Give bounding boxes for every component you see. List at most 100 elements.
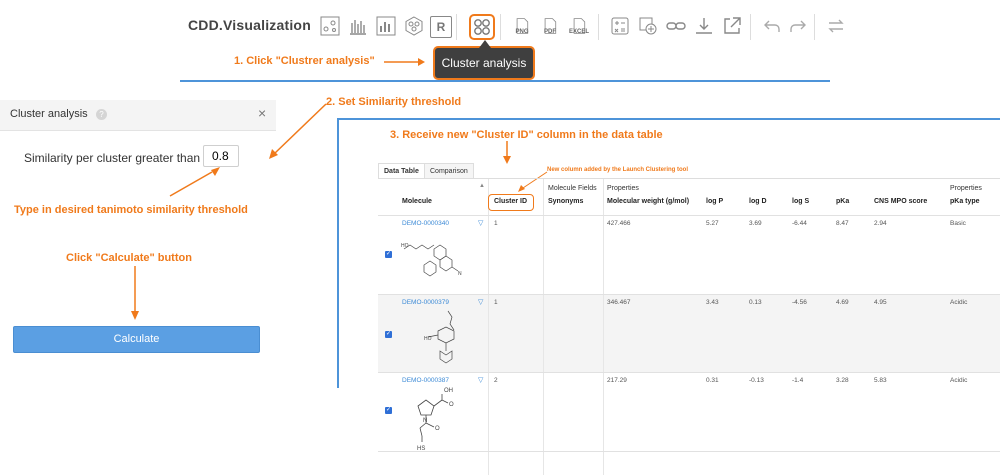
sort-icon[interactable]: ▲ bbox=[479, 183, 485, 189]
row-checkbox[interactable]: ✓ bbox=[385, 251, 392, 258]
redo-icon[interactable] bbox=[786, 14, 810, 38]
bar-chart-icon[interactable] bbox=[346, 14, 370, 38]
tab-data-table[interactable]: Data Table bbox=[378, 163, 425, 179]
filter-icon[interactable]: ▽ bbox=[478, 376, 483, 384]
separator-line bbox=[337, 118, 339, 388]
step3-arrow bbox=[503, 141, 511, 164]
calculator-icon[interactable] bbox=[608, 14, 632, 38]
pka-cell: 4.69 bbox=[836, 299, 849, 306]
structure-label-hs: HS bbox=[417, 446, 425, 452]
close-icon[interactable]: × bbox=[258, 105, 266, 121]
download-icon[interactable] bbox=[692, 14, 716, 38]
pka-type-cell: Acidic bbox=[950, 299, 968, 306]
molecule-structure: HO N bbox=[401, 243, 462, 277]
row-checkbox[interactable]: ✓ bbox=[385, 331, 392, 338]
logd-cell: 0.13 bbox=[749, 299, 762, 306]
svg-text:HO: HO bbox=[424, 336, 432, 342]
calculate-button[interactable]: Calculate bbox=[13, 326, 260, 353]
panel-title: Cluster analysis bbox=[10, 108, 88, 120]
link-icon[interactable] bbox=[664, 14, 688, 38]
add-layer-icon[interactable] bbox=[636, 14, 660, 38]
column-header-molecule[interactable]: Molecule bbox=[402, 198, 432, 205]
logd-cell: -0.13 bbox=[749, 377, 764, 384]
tab-comparison[interactable]: Comparison bbox=[424, 163, 474, 179]
toolbar: CDD.Visualization R PNG PDF EXCEL bbox=[180, 8, 844, 44]
group-header-properties: Properties bbox=[607, 185, 639, 192]
export-png-button[interactable]: PNG bbox=[510, 14, 534, 38]
structure-label-o: O bbox=[435, 426, 440, 432]
structure-label-oh: OH bbox=[444, 388, 453, 394]
separator-line bbox=[180, 80, 830, 82]
svg-text:N: N bbox=[458, 271, 462, 277]
swap-icon[interactable] bbox=[824, 14, 848, 38]
pka-cell: 3.28 bbox=[836, 377, 849, 384]
column-header-logp[interactable]: log P bbox=[706, 198, 723, 205]
column-header-synonyms[interactable]: Synonyms bbox=[548, 198, 583, 205]
filter-icon[interactable]: ▽ bbox=[478, 219, 483, 227]
column-header-molecular-weight[interactable]: Molecular weight (g/mol) bbox=[607, 198, 689, 205]
step1-arrow bbox=[384, 58, 425, 66]
svg-text:HO: HO bbox=[401, 243, 409, 249]
row-divider bbox=[378, 215, 1000, 216]
filter-icon[interactable]: ▽ bbox=[478, 298, 483, 306]
histogram-icon[interactable] bbox=[374, 14, 398, 38]
molecule-link[interactable]: DEMO-0000379 bbox=[402, 299, 449, 306]
network-icon[interactable] bbox=[402, 14, 426, 38]
pka-cell: 8.47 bbox=[836, 220, 849, 227]
logs-cell: -6.44 bbox=[792, 220, 807, 227]
row-divider bbox=[378, 372, 1000, 373]
open-external-icon[interactable] bbox=[720, 14, 744, 38]
row-divider bbox=[378, 451, 1000, 452]
column-header-cluster-id[interactable]: Cluster ID bbox=[494, 198, 527, 205]
r-script-button[interactable]: R bbox=[430, 16, 452, 38]
structure-label-o: O bbox=[449, 402, 454, 408]
export-pdf-button[interactable]: PDF bbox=[538, 14, 562, 38]
molecule-structure: HO bbox=[424, 310, 455, 364]
app-logo: CDD.Visualization bbox=[188, 17, 311, 33]
mw-cell: 217.29 bbox=[607, 377, 627, 384]
logs-cell: -4.56 bbox=[792, 299, 807, 306]
input-arrow bbox=[169, 167, 220, 197]
row-divider bbox=[378, 294, 1000, 295]
row-checkbox[interactable]: ✓ bbox=[385, 407, 392, 414]
new-column-annotation: New column added by the Launch Clusterin… bbox=[547, 167, 689, 173]
logp-cell: 3.43 bbox=[706, 299, 719, 306]
column-header-pka[interactable]: pKa bbox=[836, 198, 849, 205]
structure-label-n: N bbox=[423, 418, 427, 424]
type-threshold-annotation: Type in desired tanimoto similarity thre… bbox=[14, 204, 248, 216]
pka-type-cell: Acidic bbox=[950, 377, 968, 384]
column-divider bbox=[543, 179, 544, 475]
help-icon[interactable]: ? bbox=[96, 109, 107, 120]
logp-cell: 5.27 bbox=[706, 220, 719, 227]
column-header-cns-mpo[interactable]: CNS MPO score bbox=[874, 198, 927, 205]
column-divider bbox=[603, 179, 604, 475]
calculate-arrow bbox=[131, 266, 139, 320]
logd-cell: 3.69 bbox=[749, 220, 762, 227]
cluster-analysis-button[interactable] bbox=[469, 14, 495, 40]
cns-cell: 5.83 bbox=[874, 377, 887, 384]
separator-line bbox=[337, 118, 1000, 120]
panel-header: Cluster analysis ? × bbox=[0, 100, 276, 131]
step3-annotation: 3. Receive new "Cluster ID" column in th… bbox=[390, 129, 663, 141]
scatter-plot-icon[interactable] bbox=[318, 14, 342, 38]
cns-cell: 4.95 bbox=[874, 299, 887, 306]
step2-annotation: 2. Set Similarity threshold bbox=[326, 96, 462, 108]
undo-icon[interactable] bbox=[760, 14, 784, 38]
molecule-link[interactable]: DEMO-0000340 bbox=[402, 220, 449, 227]
cluster-id-cell: 1 bbox=[494, 220, 498, 227]
column-header-logs[interactable]: log S bbox=[792, 198, 809, 205]
molecule-link[interactable]: DEMO-0000387 bbox=[402, 377, 449, 384]
logp-cell: 0.31 bbox=[706, 377, 719, 384]
column-header-pka-type[interactable]: pKa type bbox=[950, 198, 980, 205]
cluster-id-cell: 1 bbox=[494, 299, 498, 306]
column-divider bbox=[488, 179, 489, 475]
cluster-id-cell: 2 bbox=[494, 377, 498, 384]
cluster-icon bbox=[474, 19, 490, 35]
export-excel-button[interactable]: EXCEL bbox=[567, 14, 591, 38]
column-header-logd[interactable]: log D bbox=[749, 198, 767, 205]
pka-type-cell: Basic bbox=[950, 220, 966, 227]
group-header-molecule-fields: Molecule Fields bbox=[548, 185, 597, 192]
similarity-label: Similarity per cluster greater than bbox=[24, 151, 201, 165]
molecule-structure: OH O N O HS bbox=[417, 388, 454, 452]
data-table: Molecule Fields Properties Properties ▲ … bbox=[378, 178, 1000, 475]
